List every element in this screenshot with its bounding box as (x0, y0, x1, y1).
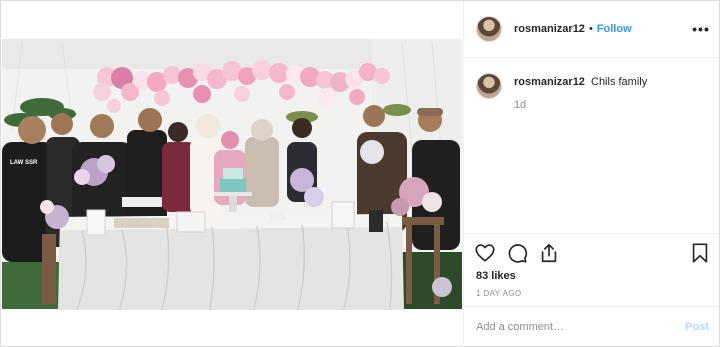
heart-icon[interactable] (474, 242, 496, 264)
caption: rosmanizar12 Chils family 1d (476, 73, 711, 111)
post-sidebar: rosmanizar12 • Follow ••• rosmanizar12 C… (463, 1, 720, 347)
caption-avatar[interactable] (476, 73, 502, 99)
instagram-post: LAW SSR rosmanizar12 • Follow ••• rosman… (0, 0, 720, 347)
post-date[interactable]: 1 DAY AGO (476, 289, 522, 298)
share-icon[interactable] (538, 242, 560, 264)
caption-text: Chils family (591, 76, 648, 88)
bookmark-icon[interactable] (689, 242, 711, 264)
header-username[interactable]: rosmanizar12 (514, 23, 585, 35)
shirt-print-text: LAW SSR (10, 160, 38, 166)
comment-bubble-icon[interactable] (506, 242, 528, 264)
caption-username[interactable]: rosmanizar12 (514, 76, 585, 88)
post-actions: 83 likes 1 DAY AGO (464, 233, 720, 306)
likes-count[interactable]: 83 likes (476, 270, 516, 282)
caption-timestamp[interactable]: 1d (514, 99, 526, 111)
comment-box: Post (464, 306, 720, 347)
user-avatar[interactable] (476, 16, 502, 42)
post-header: rosmanizar12 • Follow ••• (464, 1, 720, 58)
post-photo[interactable]: LAW SSR (2, 2, 462, 346)
header-separator: • (588, 23, 593, 35)
post-comment-button[interactable]: Post (685, 321, 709, 333)
follow-button[interactable]: Follow (597, 23, 632, 35)
more-options-icon[interactable]: ••• (692, 21, 709, 37)
comment-input[interactable] (476, 321, 686, 333)
party-photo-illustration: LAW SSR (2, 2, 462, 346)
